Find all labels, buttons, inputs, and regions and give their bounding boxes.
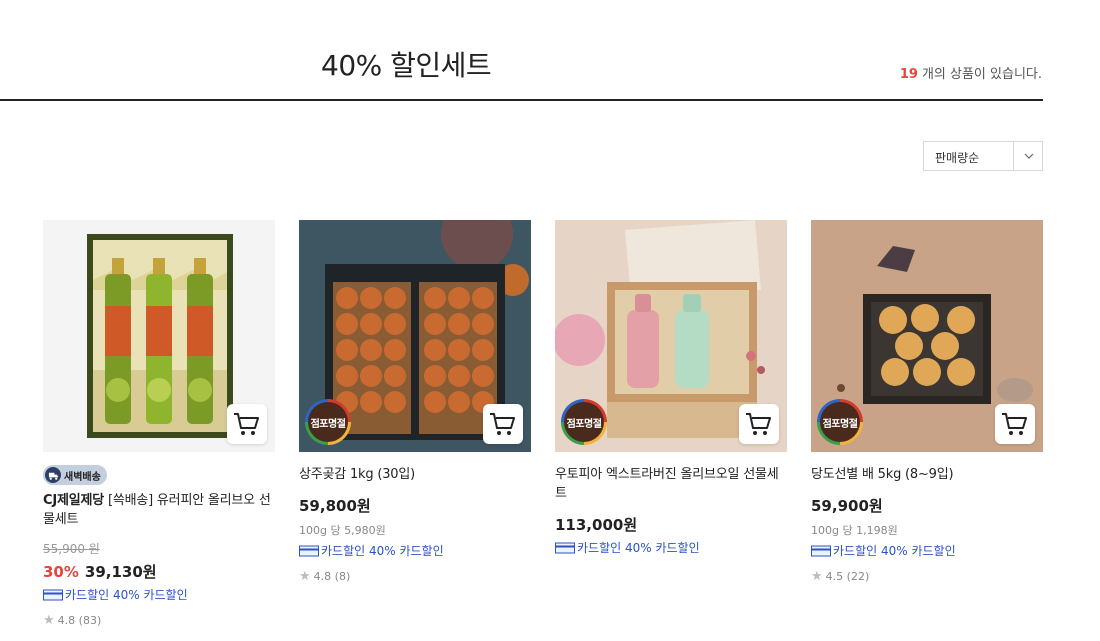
card-discount-label: 카드할인 40% 카드할인	[833, 544, 956, 558]
discount-rate: 30%	[43, 563, 79, 581]
cart-icon	[746, 413, 771, 435]
sort-select[interactable]: 판매량순	[923, 141, 1043, 171]
dawn-delivery-badge: 새벽배송	[43, 465, 107, 485]
star-icon: ★	[299, 569, 311, 584]
cart-icon	[490, 413, 515, 435]
review-count: (8)	[334, 570, 351, 583]
add-to-cart-button[interactable]	[995, 404, 1035, 444]
card-discount-promo[interactable]: 카드할인 40% 카드할인	[299, 542, 531, 559]
sale-price: 113,000원	[555, 516, 638, 534]
card-discount-promo[interactable]: 카드할인 40% 카드할인	[43, 586, 275, 603]
cart-icon	[234, 413, 259, 435]
product-name[interactable]: 당도선별 배 5kg (8~9입)	[811, 465, 1043, 484]
store-holiday-label: 점포명절	[308, 402, 348, 442]
original-price: 55,900 원	[43, 542, 100, 556]
sort-select-divider	[1013, 142, 1014, 170]
sale-price: 39,130원	[84, 563, 157, 581]
unit-price: 100g 당 1,198원	[811, 524, 898, 537]
chevron-down-icon	[1024, 153, 1034, 159]
star-icon: ★	[43, 613, 55, 628]
store-holiday-label: 점포명절	[564, 402, 604, 442]
credit-card-icon	[299, 545, 319, 556]
product-card[interactable]: 점포명절 당도선별 배 5kg (8~9입) 59,900원 100g 당 1,…	[811, 220, 1043, 584]
sort-select-value: 판매량순	[935, 151, 980, 165]
card-discount-label: 카드할인 40% 카드할인	[65, 588, 188, 602]
card-discount-label: 카드할인 40% 카드할인	[577, 541, 700, 555]
add-to-cart-button[interactable]	[739, 404, 779, 444]
card-discount-promo[interactable]: 카드할인 40% 카드할인	[555, 539, 787, 556]
product-rating: ★ 4.5 (22)	[811, 569, 1043, 584]
product-name[interactable]: 상주곶감 1kg (30입)	[299, 465, 531, 484]
rating-score: 4.8	[313, 570, 332, 583]
credit-card-icon	[43, 589, 63, 600]
product-name[interactable]: 우토피아 엑스트라버진 올리브오일 선물세트	[555, 465, 787, 503]
credit-card-icon	[555, 542, 575, 553]
result-count-number: 19	[899, 67, 918, 82]
cart-icon	[1002, 413, 1027, 435]
card-discount-promo[interactable]: 카드할인 40% 카드할인	[811, 542, 1043, 559]
result-count: 19 개의 상품이 있습니다.	[900, 63, 1042, 82]
add-to-cart-button[interactable]	[227, 404, 267, 444]
product-card[interactable]: 점포명절 우토피아 엑스트라버진 올리브오일 선물세트 113,000원 카드할…	[555, 220, 787, 556]
product-image[interactable]: 점포명절	[555, 220, 787, 452]
star-icon: ★	[811, 569, 823, 584]
sale-price: 59,800원	[299, 497, 371, 515]
product-rating: ★ 4.8 (8)	[299, 569, 531, 584]
result-count-text: 개의 상품이 있습니다.	[921, 67, 1042, 82]
product-grid: 새벽배송 CJ제일제당 [쓱배송] 유러피안 올리브오 선물세트 55,900 …	[43, 220, 1043, 641]
dawn-delivery-label: 새벽배송	[64, 471, 101, 483]
product-image[interactable]: 점포명절	[811, 220, 1043, 452]
product-card[interactable]: 새벽배송 CJ제일제당 [쓱배송] 유러피안 올리브오 선물세트 55,900 …	[43, 220, 275, 628]
store-holiday-badge: 점포명절	[305, 399, 351, 445]
page-title: 40% 할인세트	[321, 49, 492, 82]
review-count: (83)	[78, 614, 102, 627]
credit-card-icon	[811, 545, 831, 556]
rating-score: 4.8	[57, 614, 76, 627]
product-image[interactable]	[43, 220, 275, 452]
sale-price: 59,900원	[811, 497, 883, 515]
review-count: (22)	[846, 570, 870, 583]
product-name[interactable]: CJ제일제당 [쓱배송] 유러피안 올리브오 선물세트	[43, 491, 275, 529]
unit-price: 100g 당 5,980원	[299, 524, 386, 537]
product-image[interactable]: 점포명절	[299, 220, 531, 452]
truck-icon	[45, 467, 61, 483]
add-to-cart-button[interactable]	[483, 404, 523, 444]
store-holiday-badge: 점포명절	[817, 399, 863, 445]
title-divider	[0, 99, 1043, 101]
product-card[interactable]: 점포명절 상주곶감 1kg (30입) 59,800원 100g 당 5,980…	[299, 220, 531, 584]
store-holiday-label: 점포명절	[820, 402, 860, 442]
rating-score: 4.5	[825, 570, 844, 583]
store-holiday-badge: 점포명절	[561, 399, 607, 445]
product-rating: ★ 4.8 (83)	[43, 613, 275, 628]
card-discount-label: 카드할인 40% 카드할인	[321, 544, 444, 558]
product-brand: CJ제일제당	[43, 493, 105, 508]
